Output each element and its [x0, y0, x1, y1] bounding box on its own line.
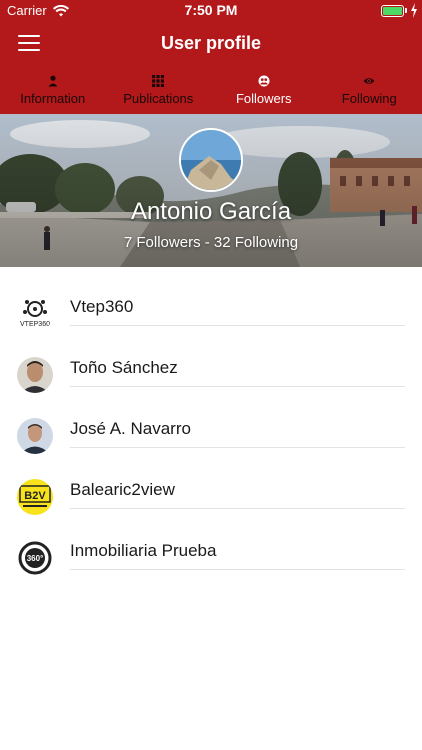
divider	[70, 569, 405, 570]
person-photo-icon	[17, 418, 53, 454]
list-item[interactable]: 360° Inmobiliaria Prueba	[0, 521, 422, 582]
list-item[interactable]: Toño Sánchez	[0, 338, 422, 399]
svg-text:360°: 360°	[27, 554, 44, 563]
eye-icon	[363, 78, 375, 84]
divider	[70, 508, 405, 509]
tab-following[interactable]: Following	[317, 66, 422, 114]
tab-followers-label: Followers	[235, 91, 292, 106]
follower-name: Toño Sánchez	[70, 358, 178, 377]
profile-header: Antonio García 7 Followers - 32 Followin…	[0, 114, 422, 267]
page-title: User profile	[160, 33, 262, 53]
svg-text:B2V: B2V	[24, 490, 46, 502]
tab-publications-label: Publications	[123, 91, 194, 106]
profile-tabs: Information Publications Followers Follo…	[0, 66, 422, 114]
avatar: 360°	[17, 540, 53, 576]
avatar	[17, 357, 53, 393]
tab-following-label: Following	[341, 91, 397, 106]
tab-information[interactable]: Information	[0, 66, 106, 114]
360-logo-icon: 360°	[17, 540, 53, 576]
avatar	[17, 418, 53, 454]
list-item[interactable]: José A. Navarro	[0, 399, 422, 460]
tab-publications[interactable]: Publications	[106, 66, 212, 114]
followers-list: VTEP360 Vtep360 Toño Sánchez José A. Nav…	[0, 277, 422, 582]
avatar: VTEP360	[17, 296, 53, 332]
tab-information-label: Information	[20, 91, 86, 106]
svg-text:VTEP360: VTEP360	[20, 321, 50, 328]
profile-name: Antonio García	[130, 198, 292, 225]
status-bar: Carrier 7:50 PM	[0, 0, 422, 22]
battery-icon	[381, 5, 404, 17]
navigation-bar: User profile	[0, 22, 422, 66]
grid-icon	[152, 75, 165, 87]
person-icon	[48, 75, 58, 87]
avatar: B2V	[17, 479, 53, 515]
person-photo-icon	[17, 357, 53, 393]
follower-name: Vtep360	[70, 297, 134, 316]
divider	[70, 386, 405, 387]
follower-name: José A. Navarro	[70, 419, 191, 438]
status-time: 7:50 PM	[184, 2, 238, 18]
charging-icon	[411, 3, 417, 18]
divider	[70, 447, 405, 448]
divider	[70, 325, 405, 326]
b2v-logo-icon: B2V	[17, 479, 53, 515]
list-item[interactable]: B2V Balearic2view	[0, 460, 422, 521]
profile-stats[interactable]: 7 Followers - 32 Following	[0, 234, 422, 251]
vtep360-logo-icon: VTEP360	[17, 296, 53, 332]
battery-tip	[405, 8, 407, 13]
tab-followers[interactable]: Followers	[211, 66, 317, 114]
followers-icon	[258, 75, 270, 87]
follower-name: Inmobiliaria Prueba	[70, 541, 217, 560]
profile-avatar[interactable]	[179, 128, 243, 192]
follower-name: Balearic2view	[70, 480, 175, 499]
list-item[interactable]: VTEP360 Vtep360	[0, 277, 422, 338]
